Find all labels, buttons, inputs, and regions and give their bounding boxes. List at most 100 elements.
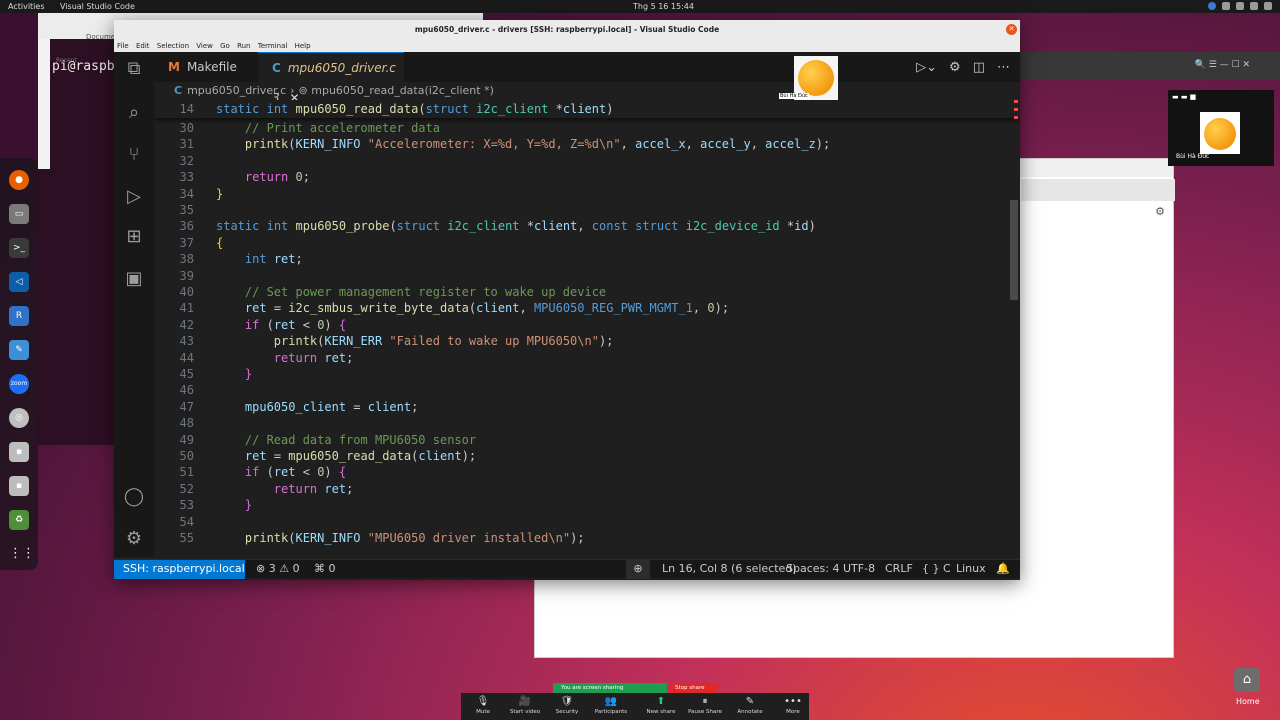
code-line[interactable]: 53 } bbox=[154, 497, 1020, 513]
window-controls[interactable]: 🔍 ☰ — ☐ ✕ bbox=[1195, 60, 1250, 70]
system-tray[interactable] bbox=[1208, 0, 1272, 10]
volume-icon[interactable] bbox=[1250, 2, 1258, 10]
split-editor-icon[interactable]: ◫ bbox=[973, 60, 985, 75]
code-editor[interactable]: 14 static int mpu6050_read_data(struct i2… bbox=[154, 100, 1020, 557]
active-app-label[interactable]: Visual Studio Code bbox=[60, 0, 135, 13]
menu-run[interactable]: Run bbox=[237, 42, 250, 50]
network-icon[interactable] bbox=[1236, 2, 1244, 10]
ports-indicator[interactable]: ⌘ 0 bbox=[314, 560, 336, 578]
code-line[interactable]: 32 bbox=[154, 153, 1020, 169]
menu-edit[interactable]: Edit bbox=[136, 42, 150, 50]
cursor-position[interactable]: Ln 16, Col 8 (6 selected) bbox=[662, 560, 797, 578]
app-grid-icon[interactable]: ⋮⋮ bbox=[9, 544, 35, 564]
tab-makefile[interactable]: M Makefile bbox=[154, 52, 258, 82]
code-line[interactable]: 55 printk(KERN_INFO "MPU6050 driver inst… bbox=[154, 530, 1020, 546]
end-of-line[interactable]: CRLF bbox=[885, 560, 913, 578]
participant-video-tile[interactable]: ▬ ▬ ■ Bùi Hà Đức bbox=[1168, 90, 1274, 166]
os-indicator[interactable]: Linux bbox=[956, 560, 986, 578]
tile-controls[interactable]: ▬ ▬ ■ bbox=[1172, 93, 1196, 101]
zoom-security-button[interactable]: 🛡 Security bbox=[545, 695, 589, 715]
explorer-icon[interactable]: ⧉ bbox=[123, 58, 145, 80]
notifications-bell-icon[interactable]: 🔔 bbox=[996, 560, 1010, 578]
text-editor-icon[interactable]: ✎ bbox=[9, 340, 29, 360]
editor-scrollbar[interactable] bbox=[1008, 100, 1020, 400]
zoom-start-video-button[interactable]: 🎥 Start video bbox=[503, 695, 547, 715]
files-icon[interactable]: ▭ bbox=[9, 204, 29, 224]
vscode-icon[interactable]: ◁ bbox=[9, 272, 29, 292]
source-control-icon[interactable]: ⑂ bbox=[123, 144, 145, 166]
code-line[interactable]: 45 } bbox=[154, 366, 1020, 382]
code-line[interactable]: 47 mpu6050_client = client; bbox=[154, 399, 1020, 415]
run-icon[interactable]: ▷⌄ bbox=[916, 60, 937, 75]
more-actions-icon[interactable]: ⋯ bbox=[997, 60, 1010, 75]
code-line[interactable]: 44 return ret; bbox=[154, 350, 1020, 366]
zoom-pause-share-button[interactable]: ⏸ Pause Share bbox=[683, 695, 727, 715]
activities-button[interactable]: Activities bbox=[8, 0, 45, 13]
code-line[interactable]: 41 ret = i2c_smbus_write_byte_data(clien… bbox=[154, 300, 1020, 316]
zoom-more-button[interactable]: ••• More bbox=[771, 695, 815, 715]
zoom-mute-button[interactable]: 🎙 Mute bbox=[461, 695, 505, 715]
code-line[interactable]: 49 // Read data from MPU6050 sensor bbox=[154, 432, 1020, 448]
background-window-header[interactable]: 🔍 ☰ — ☐ ✕ bbox=[1018, 52, 1280, 80]
scrollbar-thumb[interactable] bbox=[1010, 200, 1018, 300]
code-line[interactable]: 35 bbox=[154, 202, 1020, 218]
menu-selection[interactable]: Selection bbox=[157, 42, 189, 50]
menu-terminal[interactable]: Terminal bbox=[258, 42, 288, 50]
zoom-annotate-button[interactable]: ✎ Annotate bbox=[728, 695, 772, 715]
account-icon[interactable]: ◯ bbox=[123, 486, 145, 508]
home-folder-icon[interactable]: ⌂ bbox=[1234, 668, 1260, 692]
zoom-magnifier-icon[interactable]: ⊕ bbox=[626, 560, 650, 579]
code-line[interactable]: 42 if (ret < 0) { bbox=[154, 317, 1020, 333]
disk-icon[interactable]: ◎ bbox=[9, 408, 29, 428]
language-mode[interactable]: { } C bbox=[922, 560, 951, 578]
close-window-button[interactable]: ✕ bbox=[1006, 24, 1017, 35]
terminal-icon[interactable]: >_ bbox=[9, 238, 29, 258]
trash-icon[interactable]: ♻ bbox=[9, 510, 29, 530]
code-line[interactable]: 36 static int mpu6050_probe(struct i2c_cl… bbox=[154, 218, 1020, 234]
code-line[interactable]: 40 // Set power management register to w… bbox=[154, 284, 1020, 300]
code-line[interactable]: 30 // Print accelerometer data bbox=[154, 120, 1020, 136]
menu-view[interactable]: View bbox=[196, 42, 213, 50]
gear-icon[interactable]: ⚙ bbox=[1155, 205, 1165, 218]
ssd-icon[interactable]: ▪ bbox=[9, 442, 29, 462]
chrome-tray-icon[interactable] bbox=[1208, 2, 1216, 10]
encoding[interactable]: UTF-8 bbox=[843, 560, 875, 578]
sharing-status[interactable]: You are screen sharing bbox=[553, 683, 667, 693]
stop-share-button[interactable]: Stop share bbox=[670, 683, 718, 693]
accessibility-icon[interactable] bbox=[1222, 2, 1230, 10]
sticky-scroll-line[interactable]: 14 static int mpu6050_read_data(struct i2… bbox=[154, 101, 1020, 117]
extensions-icon[interactable]: ⊞ bbox=[123, 226, 145, 248]
menu-help[interactable]: Help bbox=[295, 42, 311, 50]
clock[interactable]: Thg 5 16 15:44 bbox=[633, 0, 694, 13]
search-icon[interactable]: ⌕ bbox=[123, 102, 145, 124]
remote-desktop-icon[interactable]: R bbox=[9, 306, 29, 326]
code-line[interactable]: 50 ret = mpu6050_read_data(client); bbox=[154, 448, 1020, 464]
code-line[interactable]: 39 bbox=[154, 268, 1020, 284]
remote-explorer-icon[interactable]: ▣ bbox=[123, 268, 145, 290]
ssd-icon-2[interactable]: ▪ bbox=[9, 476, 29, 496]
zoom-icon[interactable]: zoom bbox=[9, 374, 29, 394]
vscode-window[interactable]: mpu6050_driver.c - drivers [SSH: raspber… bbox=[114, 20, 1020, 580]
problems-indicator[interactable]: ⊗ 3 ⚠ 0 bbox=[256, 560, 300, 578]
code-line[interactable]: 54 bbox=[154, 514, 1020, 530]
manage-gear-icon[interactable]: ⚙ bbox=[123, 528, 145, 550]
remote-indicator[interactable]: SSH: raspberrypi.local bbox=[114, 560, 245, 579]
zoom-participants-button[interactable]: 👥 Participants bbox=[589, 695, 633, 715]
zoom-new-share-button[interactable]: ⬆ New share bbox=[639, 695, 683, 715]
breadcrumb-file[interactable]: mpu6050_driver.c bbox=[187, 84, 286, 97]
code-line[interactable]: 37 { bbox=[154, 235, 1020, 251]
code-line[interactable]: 43 printk(KERN_ERR "Failed to wake up MP… bbox=[154, 333, 1020, 349]
code-line[interactable]: 51 if (ret < 0) { bbox=[154, 464, 1020, 480]
code-line[interactable]: 31 printk(KERN_INFO "Accelerometer: X=%d… bbox=[154, 136, 1020, 152]
code-line[interactable]: 46 bbox=[154, 382, 1020, 398]
settings-gear-icon[interactable]: ⚙ bbox=[949, 60, 961, 75]
firefox-icon[interactable]: ● bbox=[9, 170, 29, 190]
code-line[interactable]: 33 return 0; bbox=[154, 169, 1020, 185]
breadcrumb-symbol[interactable]: mpu6050_read_data(i2c_client *) bbox=[311, 84, 494, 97]
code-line[interactable]: 48 bbox=[154, 415, 1020, 431]
code-line[interactable]: 38 int ret; bbox=[154, 251, 1020, 267]
tab-mpu6050-driver[interactable]: Cmpu6050_driver.c 3 ✕ bbox=[258, 52, 404, 105]
menu-go[interactable]: Go bbox=[220, 42, 230, 50]
run-debug-icon[interactable]: ▷ bbox=[123, 186, 145, 208]
code-line[interactable]: 52 return ret; bbox=[154, 481, 1020, 497]
